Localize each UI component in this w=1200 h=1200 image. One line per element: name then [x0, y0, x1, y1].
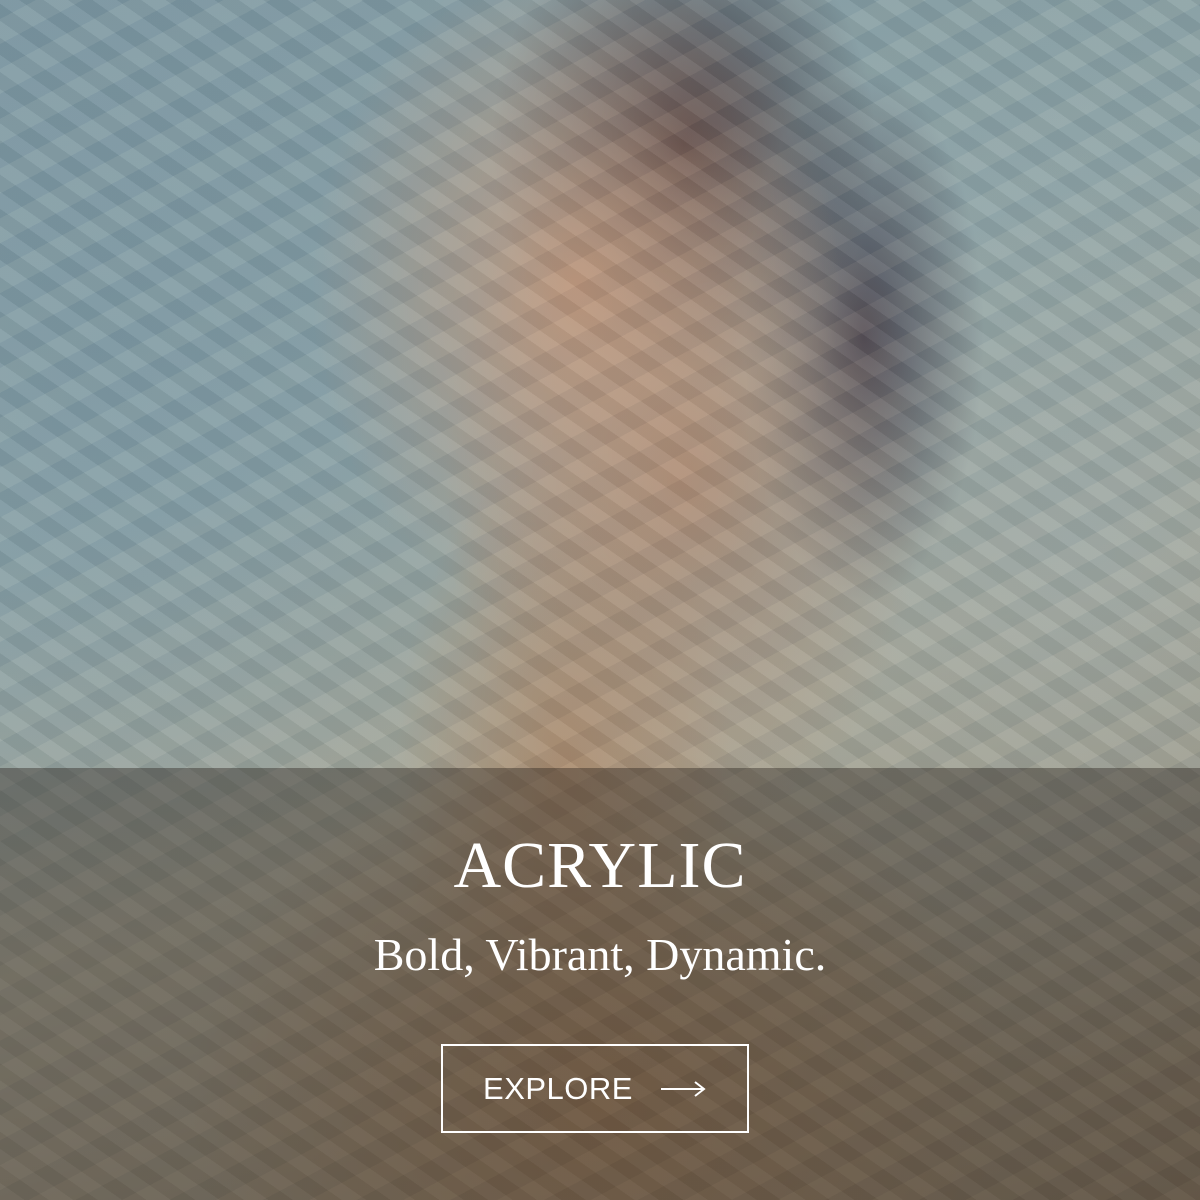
arrow-right-icon [660, 1080, 706, 1097]
category-title: ACRYLIC [453, 829, 747, 902]
explore-button-label: EXPLORE [483, 1070, 633, 1106]
category-card[interactable]: ACRYLIC Bold, Vibrant, Dynamic. EXPLORE [0, 0, 1200, 1200]
category-tagline: Bold, Vibrant, Dynamic. [373, 929, 827, 980]
explore-button[interactable]: EXPLORE [441, 1044, 749, 1133]
